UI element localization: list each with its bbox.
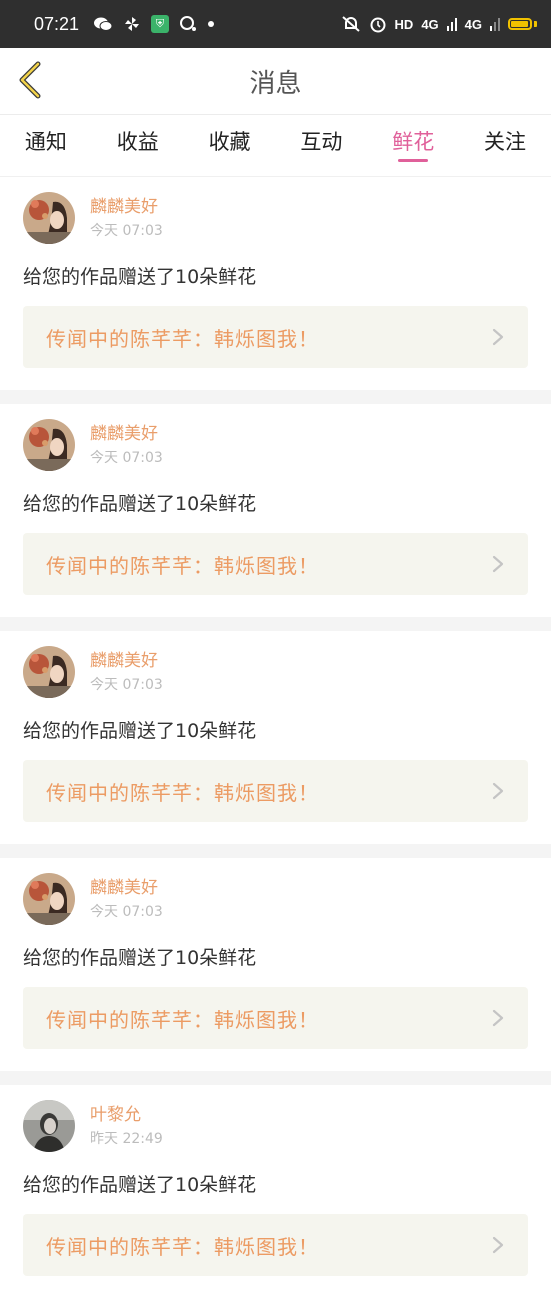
chevron-right-icon <box>492 782 504 800</box>
avatar[interactable] <box>23 1100 75 1152</box>
hd-label: HD <box>394 16 414 32</box>
chevron-right-icon <box>492 328 504 346</box>
pinwheel-icon <box>125 17 140 31</box>
message-text: 给您的作品赠送了10朵鲜花 <box>23 266 257 288</box>
avatar[interactable] <box>23 646 75 698</box>
battery-tip <box>534 21 537 27</box>
message-text: 给您的作品赠送了10朵鲜花 <box>23 720 257 742</box>
divider <box>0 617 551 631</box>
work-link[interactable]: 传闻中的陈芊芊：韩烁图我！ <box>23 533 528 595</box>
message-text: 给您的作品赠送了10朵鲜花 <box>23 1174 257 1196</box>
work-link[interactable]: 传闻中的陈芊芊：韩烁图我！ <box>23 760 528 822</box>
message-time: 今天 07:03 <box>90 904 163 920</box>
work-title: 传闻中的陈芊芊：韩烁图我！ <box>46 1007 319 1032</box>
tab-interaction[interactable]: 互动 <box>275 115 367 156</box>
message-card: 麟麟美好 今天 07:03 给您的作品赠送了10朵鲜花 传闻中的陈芊芊：韩烁图我… <box>0 404 551 617</box>
tab-label: 收藏 <box>208 131 251 154</box>
back-arrow-icon[interactable] <box>14 60 50 100</box>
tab-flowers[interactable]: 鲜花 <box>367 115 459 162</box>
signal-icon <box>446 18 457 31</box>
chevron-right-icon <box>492 1009 504 1027</box>
shield-icon: ⛨ <box>151 15 170 33</box>
message-time: 昨天 22:49 <box>90 1131 163 1147</box>
page-title: 消息 <box>249 67 302 98</box>
status-left-icons: ⛨ <box>93 15 215 33</box>
chevron-right-icon <box>492 555 504 573</box>
message-text: 给您的作品赠送了10朵鲜花 <box>23 947 257 969</box>
username[interactable]: 麟麟美好 <box>90 877 163 899</box>
tab-favorites[interactable]: 收藏 <box>184 115 276 156</box>
tab-earnings[interactable]: 收益 <box>92 115 184 156</box>
alarm-icon <box>370 17 386 33</box>
signal-icon-2 <box>490 18 500 31</box>
wechat-icon <box>94 17 113 31</box>
work-title: 传闻中的陈芊芊：韩烁图我！ <box>46 1234 319 1259</box>
work-link[interactable]: 传闻中的陈芊芊：韩烁图我！ <box>23 1214 528 1276</box>
work-link[interactable]: 传闻中的陈芊芊：韩烁图我！ <box>23 306 528 368</box>
tab-label: 互动 <box>300 131 343 154</box>
tab-bar: 通知 收益 收藏 互动 鲜花 关注 <box>0 115 551 177</box>
message-list: 麟麟美好 今天 07:03 给您的作品赠送了10朵鲜花 传闻中的陈芊芊：韩烁图我… <box>0 177 551 1298</box>
username[interactable]: 麟麟美好 <box>90 650 163 672</box>
status-bar: 07:21 ⛨ HD 4G 4G <box>0 0 551 48</box>
message-text: 给您的作品赠送了10朵鲜花 <box>23 493 257 515</box>
signal-1-label: 4G <box>421 16 439 32</box>
username[interactable]: 麟麟美好 <box>90 423 163 445</box>
message-card: 麟麟美好 今天 07:03 给您的作品赠送了10朵鲜花 传闻中的陈芊芊：韩烁图我… <box>0 858 551 1071</box>
tab-label: 关注 <box>484 131 527 154</box>
dot-icon <box>208 21 215 27</box>
divider <box>0 1071 551 1085</box>
work-title: 传闻中的陈芊芊：韩烁图我！ <box>46 780 319 805</box>
tab-label: 收益 <box>116 131 159 154</box>
message-card: 麟麟美好 今天 07:03 给您的作品赠送了10朵鲜花 传闻中的陈芊芊：韩烁图我… <box>0 631 551 844</box>
status-right-icons: HD 4G 4G <box>341 15 537 33</box>
tab-label: 鲜花 <box>392 131 435 154</box>
status-time: 07:21 <box>34 13 80 34</box>
tab-notice[interactable]: 通知 <box>0 115 92 156</box>
avatar[interactable] <box>23 419 75 471</box>
tab-label: 通知 <box>24 131 67 154</box>
avatar[interactable] <box>23 192 75 244</box>
tab-follow[interactable]: 关注 <box>459 115 551 156</box>
username[interactable]: 麟麟美好 <box>90 196 163 218</box>
message-time: 今天 07:03 <box>90 677 163 693</box>
message-card: 麟麟美好 今天 07:03 给您的作品赠送了10朵鲜花 传闻中的陈芊芊：韩烁图我… <box>0 177 551 390</box>
message-time: 今天 07:03 <box>90 450 163 466</box>
username[interactable]: 叶黎允 <box>90 1104 163 1126</box>
work-title: 传闻中的陈芊芊：韩烁图我！ <box>46 326 319 351</box>
divider <box>0 390 551 404</box>
message-card: 叶黎允 昨天 22:49 给您的作品赠送了10朵鲜花 传闻中的陈芊芊：韩烁图我！ <box>0 1085 551 1298</box>
avatar[interactable] <box>23 873 75 925</box>
signal-2-label: 4G <box>464 16 482 32</box>
message-time: 今天 07:03 <box>90 223 163 239</box>
battery-icon <box>508 18 532 30</box>
nav-header: 消息 <box>0 48 551 115</box>
work-link[interactable]: 传闻中的陈芊芊：韩烁图我！ <box>23 987 528 1049</box>
tab-active-indicator <box>398 159 429 162</box>
work-title: 传闻中的陈芊芊：韩烁图我！ <box>46 553 319 578</box>
chat-icon <box>180 16 197 31</box>
chevron-right-icon <box>492 1236 504 1254</box>
divider <box>0 844 551 858</box>
mute-bell-icon <box>341 16 360 32</box>
